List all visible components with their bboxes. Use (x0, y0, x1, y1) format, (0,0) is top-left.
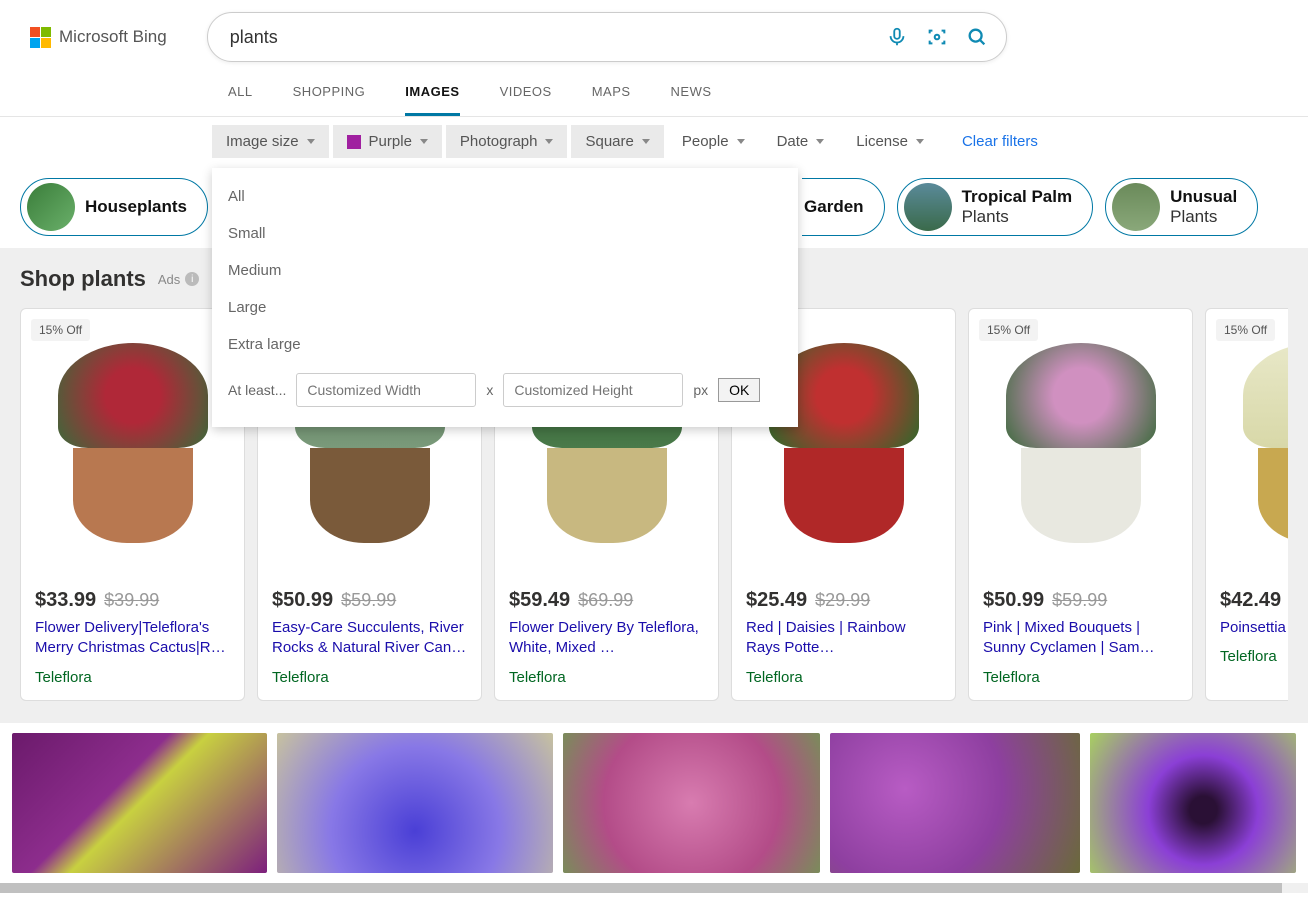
filter-type[interactable]: Photograph (446, 125, 568, 158)
size-extra-large[interactable]: Extra large (212, 326, 798, 363)
image-result[interactable] (830, 733, 1080, 873)
chevron-down-icon (916, 139, 924, 144)
filter-bar: Image size Purple Photograph Square Peop… (0, 117, 1308, 166)
logo-text: Microsoft Bing (59, 27, 167, 47)
image-size-menu: All Small Medium Large Extra large At le… (212, 168, 798, 427)
filter-layout[interactable]: Square (571, 125, 663, 158)
chevron-down-icon (737, 139, 745, 144)
chip-image-icon (904, 183, 952, 231)
product-title[interactable]: Red | Daisies | Rainbow Rays Potte… (746, 618, 941, 659)
product-image (1206, 309, 1288, 577)
product-title[interactable]: Easy-Care Succulents, River Rocks & Natu… (272, 618, 467, 659)
size-medium[interactable]: Medium (212, 252, 798, 289)
seller-name: Teleflora (983, 669, 1178, 686)
tab-shopping[interactable]: SHOPPING (293, 84, 366, 116)
search-icon[interactable] (966, 26, 988, 48)
chevron-down-icon (816, 139, 824, 144)
price: $25.49 (746, 589, 807, 612)
image-result[interactable] (277, 733, 552, 873)
product-card[interactable]: 15% Off $42.49 Poinsettia White|Flow… Telef… (1205, 308, 1288, 701)
filter-license[interactable]: License (842, 125, 938, 158)
chip-houseplants[interactable]: Houseplants (20, 178, 208, 236)
chip-image-icon (1112, 183, 1160, 231)
discount-badge: 15% Off (979, 319, 1038, 341)
image-result[interactable] (563, 733, 820, 873)
tab-videos[interactable]: VIDEOS (500, 84, 552, 116)
chip-image-icon (27, 183, 75, 231)
info-icon[interactable]: i (185, 272, 199, 286)
old-price: $59.99 (1052, 590, 1107, 611)
product-title[interactable]: Flower Delivery|Teleflora's Merry Christ… (35, 618, 230, 659)
tab-maps[interactable]: MAPS (592, 84, 631, 116)
tab-images[interactable]: IMAGES (405, 84, 459, 116)
custom-width-input[interactable] (296, 373, 476, 407)
chip-unusual[interactable]: UnusualPlants (1105, 178, 1258, 236)
filter-people[interactable]: People (668, 125, 759, 158)
chevron-down-icon (642, 139, 650, 144)
old-price: $29.99 (815, 590, 870, 611)
color-swatch-icon (347, 135, 361, 149)
ads-label: Adsi (158, 272, 199, 287)
seller-name: Teleflora (272, 669, 467, 686)
chip-garden[interactable]: Garden (802, 178, 885, 236)
search-input[interactable] (230, 27, 886, 48)
product-title[interactable]: Flower Delivery By Teleflora, White, Mix… (509, 618, 704, 659)
product-title[interactable]: Pink | Mixed Bouquets | Sunny Cyclamen |… (983, 618, 1178, 659)
x-label: x (486, 382, 493, 398)
microsoft-icon (30, 27, 51, 48)
ok-button[interactable]: OK (718, 378, 760, 402)
discount-badge: 15% Off (31, 319, 90, 341)
seller-name: Teleflora (35, 669, 230, 686)
chevron-down-icon (545, 139, 553, 144)
old-price: $39.99 (104, 590, 159, 611)
seller-name: Teleflora (509, 669, 704, 686)
horizontal-scrollbar[interactable] (0, 883, 1308, 893)
old-price: $69.99 (578, 590, 633, 611)
custom-height-input[interactable] (503, 373, 683, 407)
product-card[interactable]: 15% Off $50.99 $59.99 Pink | Mixed Bouquets… (968, 308, 1193, 701)
clear-filters-link[interactable]: Clear filters (962, 133, 1038, 150)
tab-all[interactable]: ALL (228, 84, 253, 116)
tab-news[interactable]: NEWS (671, 84, 712, 116)
mic-icon[interactable] (886, 26, 908, 48)
chevron-down-icon (420, 139, 428, 144)
seller-name: Teleflora (746, 669, 941, 686)
old-price: $59.99 (341, 590, 396, 611)
image-result[interactable] (1090, 733, 1296, 873)
seller-name: Teleflora (1220, 648, 1288, 665)
image-result[interactable] (12, 733, 267, 873)
chip-tropical-palm[interactable]: Tropical PalmPlants (897, 178, 1094, 236)
filter-color[interactable]: Purple (333, 125, 442, 158)
product-image (21, 309, 244, 577)
size-all[interactable]: All (212, 178, 798, 215)
discount-badge: 15% Off (1216, 319, 1275, 341)
image-results (0, 723, 1308, 883)
search-box[interactable] (207, 12, 1007, 62)
product-image (969, 309, 1192, 577)
chevron-down-icon (307, 139, 315, 144)
filter-date[interactable]: Date (763, 125, 839, 158)
shop-title: Shop plants (20, 266, 146, 292)
price: $50.99 (272, 589, 333, 612)
size-large[interactable]: Large (212, 289, 798, 326)
image-search-icon[interactable] (926, 26, 948, 48)
nav-tabs: ALL SHOPPING IMAGES VIDEOS MAPS NEWS (0, 70, 1308, 117)
bing-logo[interactable]: Microsoft Bing (30, 27, 167, 48)
at-least-label: At least... (228, 382, 286, 398)
px-label: px (693, 382, 708, 398)
price: $42.49 (1220, 589, 1281, 612)
price: $59.49 (509, 589, 570, 612)
price: $50.99 (983, 589, 1044, 612)
price: $33.99 (35, 589, 96, 612)
product-title[interactable]: Poinsettia White|Flow… (1220, 618, 1288, 638)
filter-image-size[interactable]: Image size (212, 125, 329, 158)
size-small[interactable]: Small (212, 215, 798, 252)
